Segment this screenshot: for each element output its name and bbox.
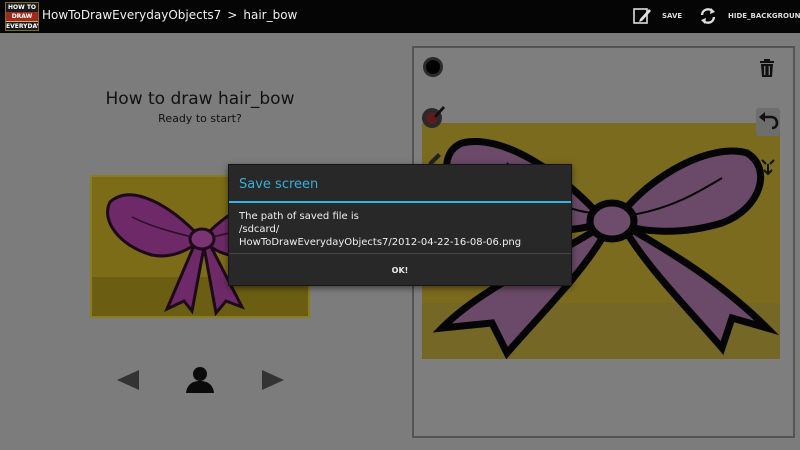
logo-line-2: DRAW: [6, 12, 38, 21]
lesson-title: How to draw hair_bow: [105, 89, 295, 109]
black-dot-icon: [423, 57, 443, 77]
hide-background-button[interactable]: HIDE_BACKGROUND: [698, 6, 800, 26]
undo-button[interactable]: [756, 108, 780, 136]
action-bar: HOW TO DRAW EVERYDAY HowToDrawEverydayOb…: [0, 0, 800, 33]
save-screen-dialog: Save screen The path of saved file is /s…: [228, 164, 572, 286]
breadcrumb-separator: >: [227, 8, 238, 22]
breadcrumb-current: hair_bow: [243, 8, 298, 22]
save-button[interactable]: SAVE: [632, 6, 682, 26]
undo-icon: [759, 112, 779, 130]
brush-icon: [422, 106, 445, 128]
trash-icon: [760, 59, 774, 77]
hide-background-label: HIDE_BACKGROUND: [728, 12, 800, 20]
person-icon: [186, 367, 214, 393]
logo-line-1: HOW TO: [6, 3, 38, 12]
logo-line-3: EVERYDAY: [6, 22, 39, 30]
lesson-subtitle: Ready to start?: [158, 112, 242, 125]
symmetry-icon: [761, 159, 775, 176]
dialog-message-line: HowToDrawEverydayObjects7/2012-04-22-16-…: [239, 237, 522, 248]
previous-step-button[interactable]: [115, 368, 141, 396]
dialog-message: The path of saved file is /sdcard/ HowTo…: [239, 210, 564, 249]
dialog-message-line: /sdcard/: [239, 224, 280, 235]
next-step-button[interactable]: [260, 368, 286, 396]
clear-canvas-button[interactable]: [758, 58, 776, 82]
dialog-title: Save screen: [239, 177, 319, 192]
dialog-title-divider: [229, 201, 571, 203]
triangle-left-icon: [117, 370, 139, 390]
black-color-tool[interactable]: [422, 56, 444, 82]
breadcrumb: HowToDrawEverydayObjects7 > hair_bow: [42, 8, 297, 22]
app-logo[interactable]: HOW TO DRAW EVERYDAY: [5, 2, 39, 31]
breadcrumb-app-name[interactable]: HowToDrawEverydayObjects7: [42, 8, 221, 22]
symmetry-tool[interactable]: [760, 158, 776, 180]
refresh-icon: [700, 8, 716, 24]
dialog-message-line: The path of saved file is: [239, 211, 359, 222]
save-label: SAVE: [662, 12, 683, 20]
pencil-edit-icon: [633, 8, 651, 24]
brush-tool[interactable]: [420, 104, 446, 134]
ok-button[interactable]: OK!: [229, 254, 571, 286]
user-button[interactable]: [184, 366, 216, 398]
triangle-right-icon: [262, 370, 284, 390]
